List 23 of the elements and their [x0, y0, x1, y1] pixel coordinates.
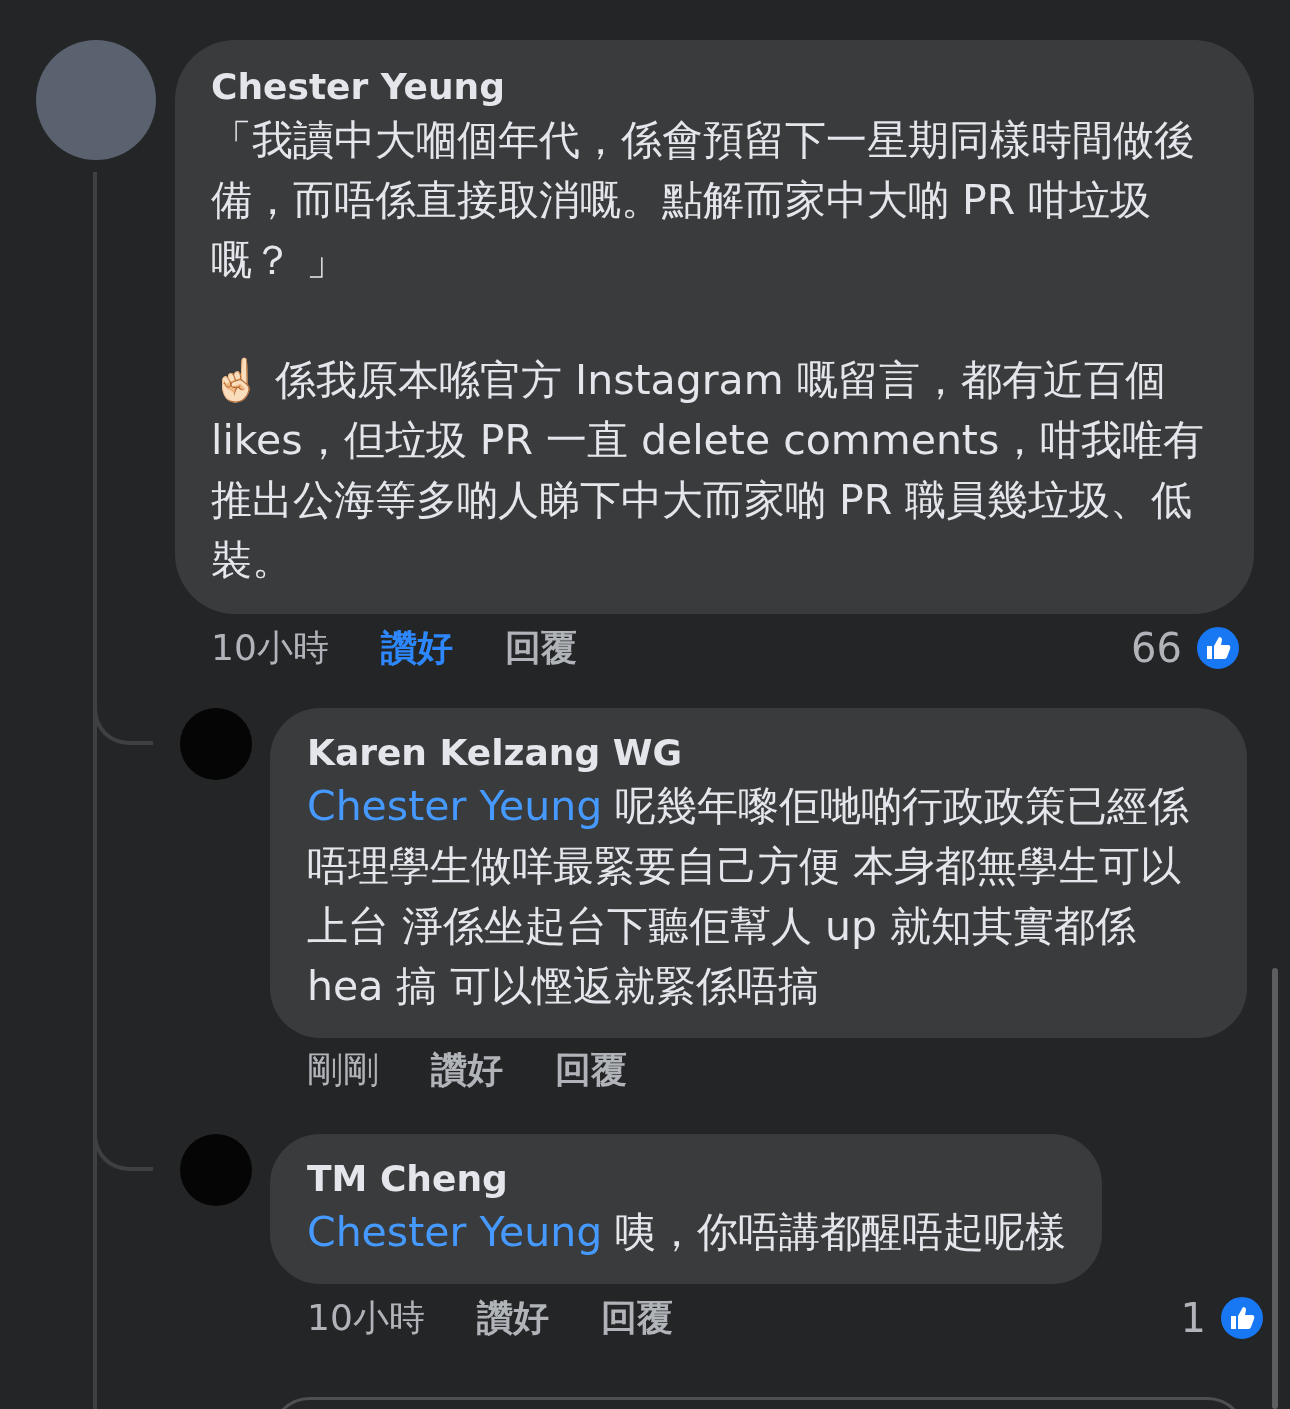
- scrollbar[interactable]: [1272, 968, 1278, 1409]
- comment-time: 10小時: [211, 626, 329, 670]
- reaction-count: 1: [1180, 1294, 1206, 1342]
- like-link[interactable]: 讚好: [431, 1048, 503, 1092]
- reply-text: Chester Yeung 呢幾年嚟佢哋啲行政政策已經係唔理學生做咩最緊要自己方便 本身都無學生可以上台 淨係坐起台下聽佢幫人 up 就知其實都係 hea 搞 可以慳返就緊係唔搞: [307, 781, 1191, 1012]
- thumbs-up-icon: [1218, 1294, 1266, 1342]
- like-link[interactable]: 讚好: [476, 1296, 549, 1340]
- mention-link[interactable]: Chester Yeung: [307, 1208, 603, 1256]
- author-name[interactable]: TM Cheng: [307, 1156, 1067, 1202]
- mention-link[interactable]: Chester Yeung: [307, 782, 603, 830]
- reply-text: Chester Yeung 咦，你唔講都醒唔起呢樣: [307, 1207, 1067, 1258]
- reply-link[interactable]: 回覆: [555, 1048, 627, 1092]
- reply-link[interactable]: 回覆: [504, 626, 577, 670]
- comment-time: 10小時: [307, 1296, 425, 1340]
- reaction-count: 66: [1131, 624, 1182, 672]
- like-link[interactable]: 讚好: [380, 626, 453, 670]
- comment-time: 剛剛: [307, 1048, 379, 1092]
- reply-link[interactable]: 回覆: [600, 1296, 673, 1340]
- author-name[interactable]: Chester Yeung: [211, 64, 1222, 110]
- comment-text: 「我讀中大嗰個年代，係會預留下一星期同樣時間做後備，而唔係直接取消嘅。點解而家中大啲 PR 咁垃圾嘅？ 」: [211, 115, 1196, 286]
- thumbs-up-icon: [1194, 624, 1242, 672]
- comment-text: ☝🏻 係我原本喺官方 Instagram 嘅留言，都有近百個 likes，但垃圾 PR 一直 delete comments，咁我唯有推出公海等多啲人睇下中大而家啲 PR 職員幾垃圾、低裝。: [211, 355, 1206, 586]
- author-name[interactable]: Karen Kelzang WG: [307, 730, 1211, 776]
